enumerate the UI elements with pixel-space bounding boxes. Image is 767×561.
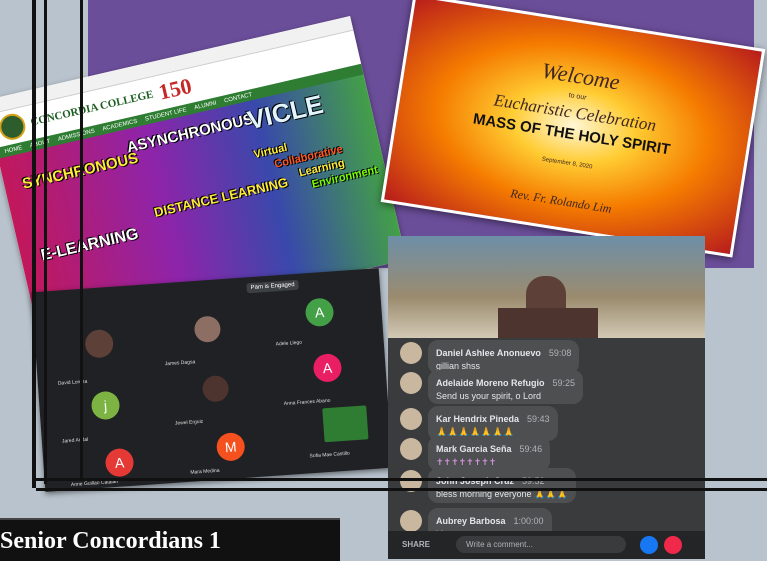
title-box: Senior Concordians 1	[0, 518, 340, 561]
engaged-badge: Pam is Engaged	[246, 279, 299, 294]
commenter-avatar	[400, 372, 422, 394]
live-video	[388, 236, 705, 338]
live-stream-screenshot: Daniel Ashlee Anonuevo 59:08 gillian shss…	[388, 236, 705, 559]
comment-time: 59:08	[548, 348, 572, 358]
commenter-avatar	[400, 438, 422, 460]
commenter-name[interactable]: Mark Garcia Seña	[436, 444, 512, 454]
comment-time: 59:25	[552, 378, 576, 388]
share-button[interactable]: SHARE	[402, 540, 430, 549]
like-icon[interactable]	[640, 536, 658, 554]
comment-text: ✝✝✝✝✝✝✝✝	[436, 457, 497, 467]
footer-title: Senior Concordians 1	[0, 528, 221, 554]
comment-time: 59:43	[527, 414, 550, 424]
participant-video	[322, 405, 369, 443]
commenter-name[interactable]: Aubrey Barbosa	[436, 516, 506, 526]
commenter-name[interactable]: Adelaide Moreno Refugio	[436, 378, 545, 388]
comment-bar: SHARE Write a comment...	[388, 531, 705, 559]
participant-name: Sofia Mae Castillo	[309, 450, 350, 460]
frame-line	[44, 0, 47, 484]
comment-bubble: Adelaide Moreno Refugio 59:25 Send us you…	[428, 370, 584, 404]
comment-time: 1:00:00	[513, 516, 544, 526]
love-icon[interactable]	[664, 536, 682, 554]
participant-name: David Loreza	[57, 378, 88, 387]
comment-bubble: Daniel Ashlee Anonuevo 59:08 gillian shss	[428, 340, 580, 374]
frame-line	[32, 0, 36, 488]
commenter-avatar	[400, 342, 422, 364]
frame-line	[32, 478, 767, 481]
participant-name: Jared Andal	[61, 436, 89, 445]
participant-avatar	[201, 374, 230, 403]
participant-name: Jewel Erguiz	[174, 418, 204, 427]
commenter-name[interactable]: Daniel Ashlee Anonuevo	[436, 348, 541, 358]
participant-avatar	[193, 315, 222, 344]
participant-avatar: A	[304, 297, 335, 328]
comment-text: Send us your spirit, o Lord	[436, 391, 542, 401]
distance-learning-label: DISTANCE LEARNING	[152, 174, 290, 220]
comment-bubble: John Joseph Cruz 59:52 bless morning ever…	[428, 468, 576, 503]
anniversary-badge: 150	[156, 72, 194, 105]
comment-time: 59:46	[519, 444, 543, 454]
participant-avatar: j	[90, 390, 121, 421]
frame-line	[36, 488, 767, 491]
comment-placeholder: Write a comment...	[466, 540, 533, 549]
college-logo-icon	[0, 111, 28, 143]
participant-name: James Dagsa	[164, 359, 196, 368]
frame-line	[80, 0, 83, 480]
lectern	[498, 308, 598, 338]
commenter-name[interactable]: Kar Hendrix Pineda	[436, 414, 519, 424]
participant-name: Mara Medina	[190, 467, 220, 476]
participant-avatar: A	[312, 352, 343, 383]
video-meeting-screenshot: Pam is Engaged David Loreza James Dagsa …	[31, 268, 393, 492]
commenter-avatar	[400, 408, 422, 430]
participant-name: Adele Llego	[275, 339, 303, 348]
elearning-label: E-LEARNING	[39, 225, 141, 265]
participant-avatar: A	[104, 447, 135, 478]
commenter-avatar	[400, 510, 422, 532]
participant-name: Anna Frances Abano	[283, 397, 331, 408]
participant-avatar: M	[215, 431, 246, 462]
comment-input[interactable]: Write a comment...	[456, 536, 626, 553]
comment-bubble: Mark Garcia Seña 59:46 ✝✝✝✝✝✝✝✝	[428, 436, 551, 471]
participant-avatar	[84, 328, 115, 359]
